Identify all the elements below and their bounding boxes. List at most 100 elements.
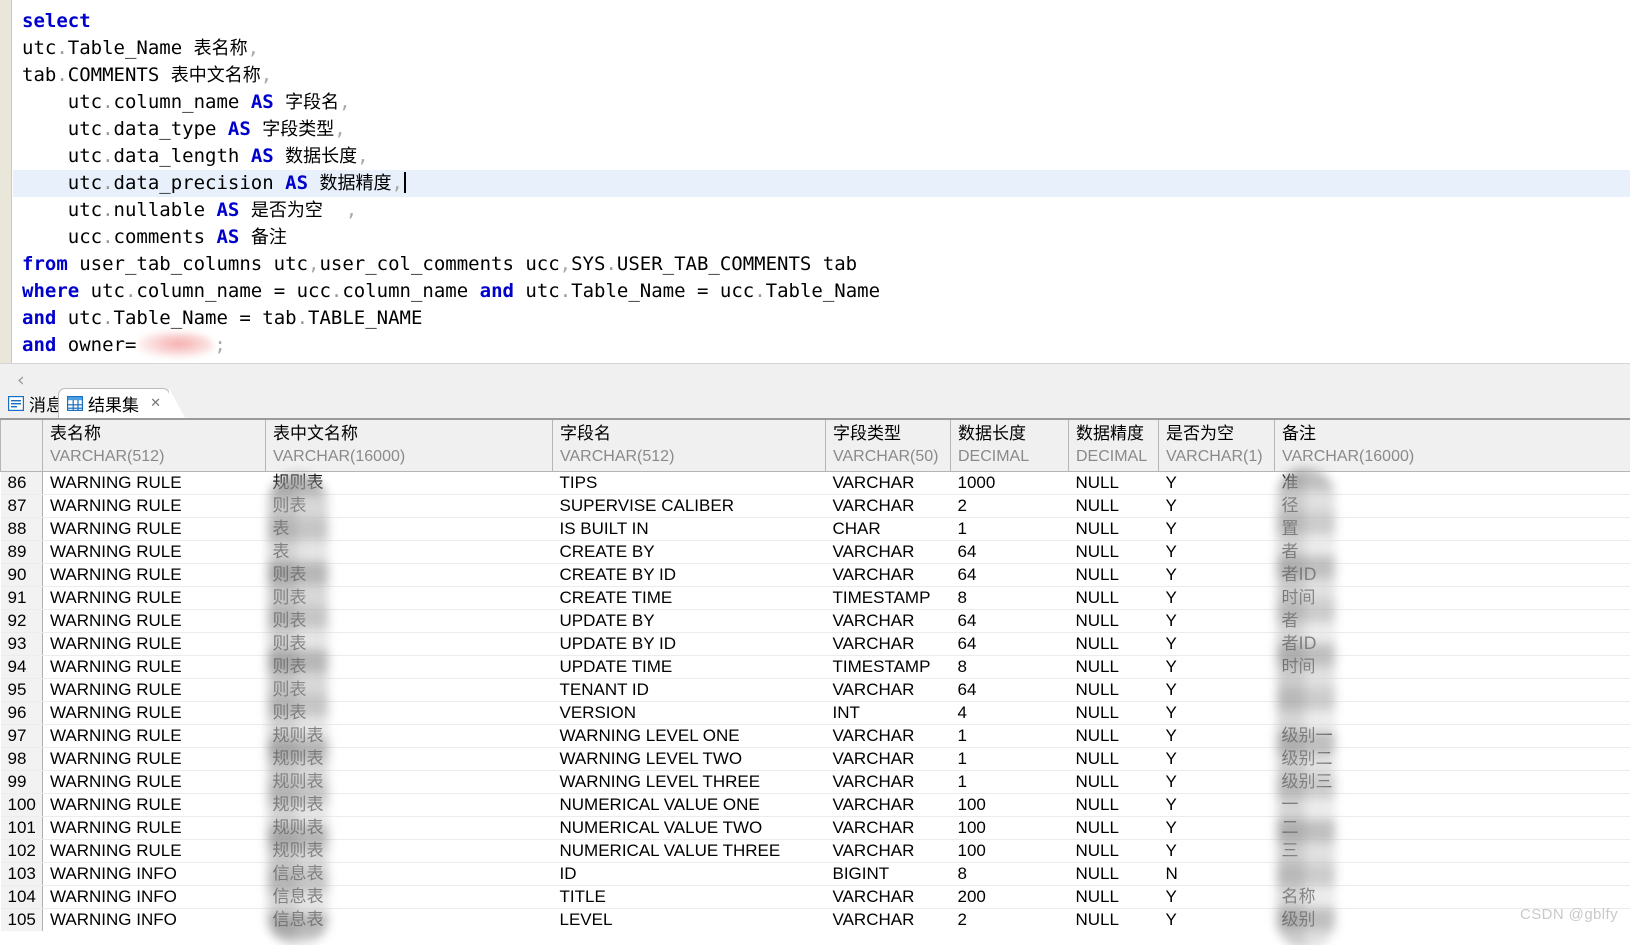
cell-table-cn-name[interactable]: 则表 [265, 632, 553, 656]
cell-data-length[interactable]: 64 [950, 563, 1069, 587]
cell-field-type[interactable]: VARCHAR [825, 471, 951, 495]
cell-data-precision[interactable]: NULL [1068, 839, 1159, 863]
table-row[interactable]: 98 WARNING RULE 规则表 WARNING LEVEL TWO VARCHA… [0, 747, 1630, 771]
cell-data-precision[interactable]: NULL [1068, 885, 1159, 909]
resultset-grid[interactable]: 表名称 VARCHAR(512) 表中文名称 VARCHAR(16000) 字段… [0, 418, 1630, 945]
row-number-cell[interactable]: 94 [0, 655, 43, 679]
cell-comment[interactable]: 三 [1274, 839, 1630, 863]
cell-data-precision[interactable]: NULL [1068, 494, 1159, 518]
column-header-field-type[interactable]: 字段类型 VARCHAR(50) [825, 418, 951, 472]
cell-comment[interactable]: 径 [1274, 494, 1630, 518]
sql-code-area[interactable]: select utc.Table_Name 表名称, tab.COMMENTS 表中… [13, 0, 1630, 378]
sql-line[interactable]: select [13, 8, 1630, 35]
cell-table-name[interactable]: WARNING RULE [42, 494, 266, 518]
row-number-cell[interactable]: 105 [0, 908, 43, 931]
sql-line[interactable]: and utc.Table_Name = tab.TABLE_NAME [13, 305, 1630, 332]
cell-table-name[interactable]: WARNING RULE [42, 655, 266, 679]
cell-table-cn-name[interactable]: 规则表 [265, 747, 553, 771]
cell-data-length[interactable]: 1 [950, 747, 1069, 771]
row-number-cell[interactable]: 90 [0, 563, 43, 587]
table-row[interactable]: 88 WARNING RULE 表 IS BUILT IN CHAR 1 NULL Y 置 [0, 517, 1630, 541]
cell-data-length[interactable]: 8 [950, 862, 1069, 886]
table-row[interactable]: 95 WARNING RULE 则表 TENANT ID VARCHAR 64 NULL Y [0, 678, 1630, 702]
sql-line[interactable]: utc.data_precision AS 数据精度, [13, 170, 1630, 197]
table-row[interactable]: 91 WARNING RULE 则表 CREATE TIME TIMESTAMP 8 NUL… [0, 586, 1630, 610]
cell-comment[interactable]: 时间 [1274, 655, 1630, 679]
cell-table-name[interactable]: WARNING RULE [42, 563, 266, 587]
cell-data-precision[interactable]: NULL [1068, 724, 1159, 748]
column-header-field-name[interactable]: 字段名 VARCHAR(512) [552, 418, 826, 472]
cell-data-length[interactable]: 1000 [950, 471, 1069, 495]
cell-field-name[interactable]: CREATE BY ID [552, 563, 826, 587]
cell-table-name[interactable]: WARNING RULE [42, 517, 266, 541]
cell-nullable[interactable]: Y [1158, 563, 1275, 587]
cell-table-cn-name[interactable]: 规则表 [265, 770, 553, 794]
sql-line[interactable]: utc.data_length AS 数据长度, [13, 143, 1630, 170]
sql-line[interactable]: and owner=; [13, 332, 1630, 359]
table-row[interactable]: 90 WARNING RULE 则表 CREATE BY ID VARCHAR 64 NUL… [0, 563, 1630, 587]
cell-field-type[interactable]: INT [825, 701, 951, 725]
cell-nullable[interactable]: Y [1158, 471, 1275, 495]
table-row[interactable]: 89 WARNING RULE 表 CREATE BY VARCHAR 64 NULL Y 者 [0, 540, 1630, 564]
row-number-cell[interactable]: 92 [0, 609, 43, 633]
table-row[interactable]: 101 WARNING RULE 规则表 NUMERICAL VALUE TWO VAR… [0, 816, 1630, 840]
cell-nullable[interactable]: Y [1159, 908, 1275, 931]
cell-comment[interactable]: 者 [1274, 609, 1630, 633]
cell-nullable[interactable]: Y [1158, 701, 1275, 725]
row-number-cell[interactable]: 96 [0, 701, 43, 725]
cell-field-type[interactable]: TIMESTAMP [825, 586, 951, 610]
cell-table-cn-name[interactable]: 则表 [265, 563, 553, 587]
cell-table-cn-name[interactable]: 则表 [265, 494, 553, 518]
cell-table-cn-name[interactable]: 规则表 [265, 471, 553, 495]
cell-data-precision[interactable]: NULL [1068, 655, 1159, 679]
cell-table-cn-name[interactable]: 规则表 [265, 839, 553, 863]
cell-table-cn-name[interactable]: 规则表 [265, 793, 553, 817]
cell-field-name[interactable]: CREATE BY [552, 540, 826, 564]
cell-comment[interactable]: 置 [1274, 517, 1630, 541]
cell-field-name[interactable]: UPDATE TIME [552, 655, 826, 679]
row-number-cell[interactable]: 87 [0, 494, 43, 518]
row-number-cell[interactable]: 91 [0, 586, 43, 610]
table-row[interactable]: 103 WARNING INFO 信息表 ID BIGINT 8 NULL N [0, 862, 1630, 886]
row-number-cell[interactable]: 95 [0, 678, 43, 702]
cell-table-cn-name[interactable]: 则表 [265, 655, 553, 679]
cell-field-type[interactable]: VARCHAR [825, 885, 951, 909]
cell-table-cn-name[interactable]: 信息表 [265, 885, 553, 909]
cell-nullable[interactable]: Y [1158, 517, 1275, 541]
cell-data-length[interactable]: 200 [950, 885, 1069, 909]
cell-table-name[interactable]: WARNING INFO [42, 862, 266, 886]
cell-field-name[interactable]: WARNING LEVEL TWO [552, 747, 826, 771]
cell-table-name[interactable]: WARNING RULE [42, 724, 266, 748]
cell-field-name[interactable]: WARNING LEVEL ONE [552, 724, 826, 748]
table-row[interactable]: 97 WARNING RULE 规则表 WARNING LEVEL ONE VARCHA… [0, 724, 1630, 748]
cell-field-type[interactable]: BIGINT [825, 862, 951, 886]
cell-nullable[interactable]: Y [1158, 540, 1275, 564]
cell-table-name[interactable]: WARNING RULE [42, 632, 266, 656]
cell-table-name[interactable]: WARNING INFO [43, 908, 266, 931]
cell-data-length[interactable]: 2 [950, 494, 1069, 518]
table-row[interactable]: 105 WARNING INFO 信息表 LEVEL VARCHAR 2 NULL Y 级别 [0, 908, 1630, 931]
cell-field-type[interactable]: VARCHAR [825, 816, 951, 840]
cell-nullable[interactable]: Y [1158, 632, 1275, 656]
cell-data-precision[interactable]: NULL [1068, 678, 1159, 702]
cell-data-length[interactable]: 1 [950, 724, 1069, 748]
cell-data-precision[interactable]: NULL [1068, 632, 1159, 656]
sql-line[interactable]: utc.Table_Name 表名称, [13, 35, 1630, 62]
cell-comment[interactable] [1274, 678, 1630, 702]
cell-field-name[interactable]: UPDATE BY ID [552, 632, 826, 656]
table-row[interactable]: 96 WARNING RULE 则表 VERSION INT 4 NULL Y [0, 701, 1630, 725]
cell-field-name[interactable]: SUPERVISE CALIBER [552, 494, 826, 518]
cell-comment[interactable] [1274, 862, 1630, 886]
cell-nullable[interactable]: Y [1158, 609, 1275, 633]
cell-field-type[interactable]: VARCHAR [825, 563, 951, 587]
cell-table-name[interactable]: WARNING RULE [42, 747, 266, 771]
cell-data-precision[interactable]: NULL [1069, 908, 1159, 931]
column-header-table-name[interactable]: 表名称 VARCHAR(512) [42, 418, 266, 472]
row-number-cell[interactable]: 88 [0, 517, 43, 541]
sql-line[interactable]: from user_tab_columns utc,user_col_comme… [13, 251, 1630, 278]
column-header-comment[interactable]: 备注 VARCHAR(16000) [1274, 418, 1630, 472]
cell-table-name[interactable]: WARNING RULE [42, 678, 266, 702]
row-number-cell[interactable]: 101 [0, 816, 43, 840]
cell-nullable[interactable]: Y [1158, 747, 1275, 771]
row-number-cell[interactable]: 102 [0, 839, 43, 863]
